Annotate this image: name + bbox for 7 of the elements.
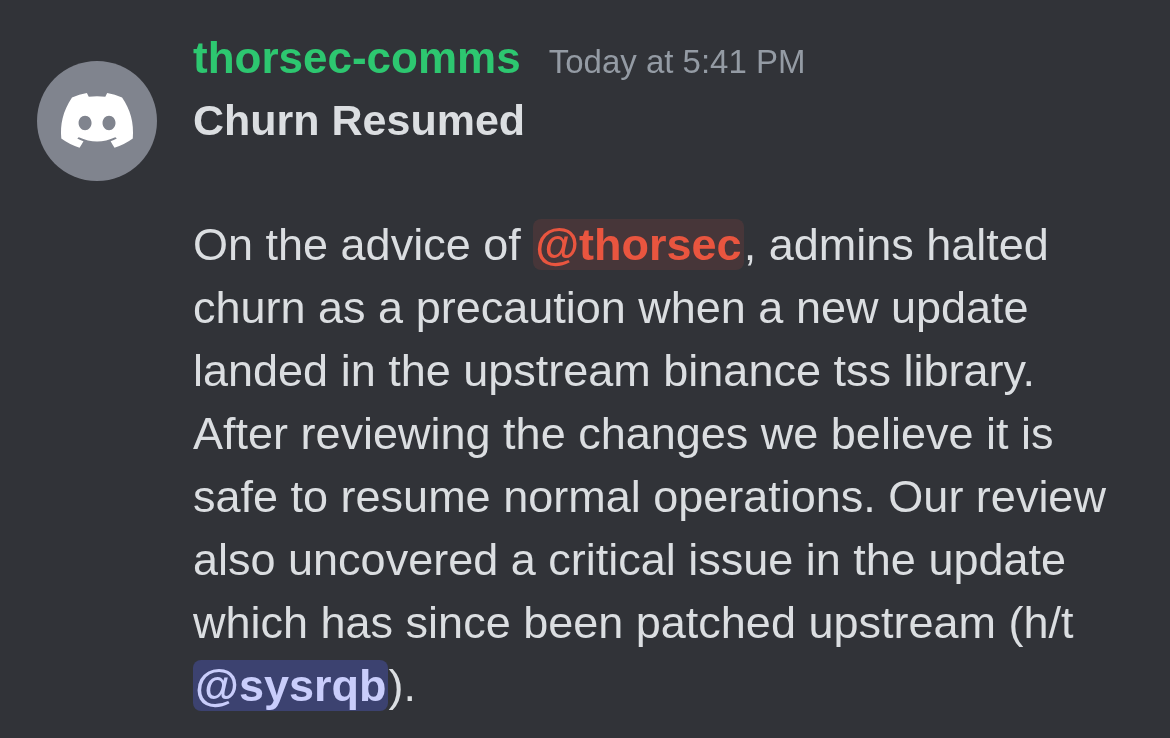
timestamp: Today at 5:41 PM bbox=[548, 42, 806, 82]
message-text: On the advice of @thorsec, admins halted churn as a precaution when a new update landed in the upstream binance tss library. After reviewing the changes we believe it is safe to resume normal operations. Our review also uncovered a critical issue in the update which has since been patched upstream (h/t @sysrqb). bbox=[193, 218, 1107, 713]
mention-link[interactable]: @thorsec bbox=[533, 219, 744, 270]
message-title: Churn Resumed bbox=[193, 95, 527, 146]
avatar-icon[interactable] bbox=[37, 61, 157, 181]
mention-link[interactable]: @sysrqb bbox=[193, 660, 389, 711]
username[interactable]: thorsec-comms bbox=[193, 27, 521, 89]
